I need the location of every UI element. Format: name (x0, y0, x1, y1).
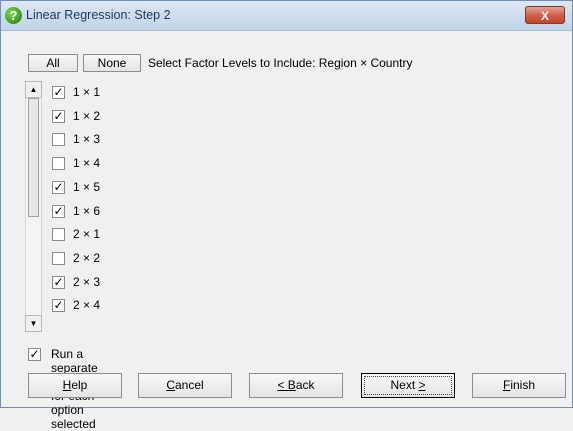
factor-levels-header: Select Factor Levels to Include: Region … (148, 56, 413, 70)
next-focus-ring: Next > (364, 376, 452, 395)
help-label-post: elp (71, 378, 88, 392)
cancel-button[interactable]: Cancel (138, 373, 232, 398)
scroll-down-icon[interactable]: ▼ (25, 315, 42, 332)
level-checkbox[interactable]: ✓ (52, 86, 65, 99)
level-label: 1 × 6 (73, 203, 101, 218)
level-checkbox[interactable]: ✓ (52, 275, 65, 289)
back-label-accel: < B (277, 378, 296, 392)
level-label: 2 × 1 (73, 227, 101, 242)
level-label: 2 × 3 (73, 274, 101, 289)
back-label-post: ack (295, 378, 315, 392)
level-item[interactable]: ✓ 2 × 3 (52, 273, 202, 293)
level-checkbox[interactable] (52, 133, 65, 147)
scroll-thumb[interactable] (28, 98, 39, 217)
level-item[interactable]: 1 × 4 (52, 154, 202, 174)
scroll-up-icon[interactable]: ▲ (25, 81, 42, 98)
next-button[interactable]: Next > (361, 373, 455, 398)
level-label: 2 × 4 (73, 298, 101, 313)
help-question-icon: ? (5, 7, 22, 24)
level-label: 1 × 2 (73, 108, 101, 123)
select-all-button[interactable]: All (28, 54, 78, 72)
dialog-window: ? Linear Regression: Step 2 X All None S… (0, 0, 573, 431)
level-checkbox[interactable]: ✓ (52, 109, 65, 123)
help-button[interactable]: Help (28, 373, 122, 398)
level-item[interactable]: ✓ 1 × 2 (52, 107, 202, 127)
level-label: 1 × 4 (73, 156, 101, 171)
finish-label-post: inish (510, 378, 536, 392)
level-label: 1 × 1 (73, 85, 101, 99)
level-checkbox[interactable] (52, 157, 65, 171)
level-checkbox[interactable] (52, 251, 65, 265)
level-label: 2 × 2 (73, 250, 101, 265)
level-item[interactable]: ✓ 2 × 4 (52, 296, 202, 316)
finish-button[interactable]: Finish (472, 373, 566, 398)
separate-analysis-checkbox[interactable]: ✓ (28, 348, 41, 361)
level-label: 1 × 5 (73, 179, 101, 194)
level-checkbox[interactable] (52, 228, 65, 242)
level-checkbox[interactable]: ✓ (52, 299, 65, 313)
back-button[interactable]: < Back (249, 373, 343, 398)
window-title: Linear Regression: Step 2 (26, 8, 171, 22)
level-item[interactable]: ✓ 1 × 1 (52, 83, 202, 103)
close-button[interactable]: X (525, 6, 565, 24)
level-item[interactable]: ✓ 1 × 5 (52, 178, 202, 198)
level-label: 1 × 3 (73, 132, 101, 147)
levels-scrollbar[interactable]: ▲ ▼ (25, 81, 42, 332)
cancel-label-accel: C (166, 378, 175, 392)
level-checkbox[interactable]: ✓ (52, 204, 65, 218)
next-label-accel: > (418, 378, 426, 392)
level-item[interactable]: 1 × 3 (52, 130, 202, 150)
level-checkbox[interactable]: ✓ (52, 180, 65, 194)
title-bar[interactable]: ? Linear Regression: Step 2 X (1, 1, 572, 31)
level-item[interactable]: 2 × 2 (52, 249, 202, 269)
cancel-label-post: ancel (174, 378, 204, 392)
level-item[interactable]: 2 × 1 (52, 225, 202, 245)
level-item[interactable]: ✓ 1 × 6 (52, 202, 202, 222)
select-none-button[interactable]: None (83, 54, 141, 72)
next-label-pre: Next (390, 378, 419, 392)
